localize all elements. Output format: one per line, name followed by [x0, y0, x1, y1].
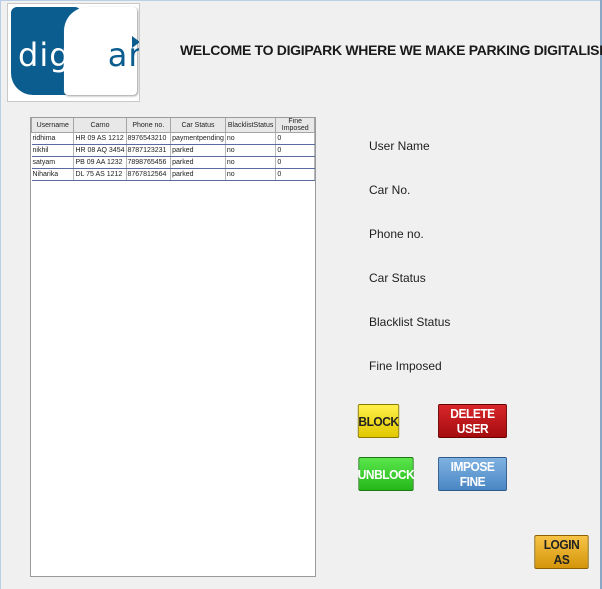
window-border-left: [0, 0, 1, 589]
cell-carno: DL 75 AS 1212: [73, 168, 127, 181]
car-status-label: Car Status: [369, 271, 426, 285]
table-row[interactable]: satyam PB 09 AA 1232 7898765456 parked n…: [31, 156, 315, 169]
cell-fine-imposed: 0: [275, 132, 315, 145]
cell-blacklist-status: no: [225, 132, 277, 145]
blacklist-status-label: Blacklist Status: [369, 315, 451, 329]
table-row[interactable]: ridhima HR 09 AS 1212 8976543210 payment…: [31, 132, 315, 145]
cell-car-status: parked: [170, 168, 226, 181]
column-header-phone[interactable]: Phone no.: [125, 118, 172, 133]
cell-phone: 8787123231: [126, 144, 172, 157]
cell-fine-imposed: 0: [275, 144, 315, 157]
cell-username: ridhima: [31, 132, 75, 145]
column-header-username[interactable]: Username: [31, 118, 75, 133]
phone-no-label: Phone no.: [369, 227, 424, 241]
cell-fine-imposed: 0: [275, 156, 315, 169]
window-border-top: [0, 0, 602, 1]
unblock-button[interactable]: UNBLOCK: [358, 457, 415, 491]
cell-phone: 8976543210: [126, 132, 172, 145]
cell-carno: HR 09 AS 1212: [73, 132, 127, 145]
cell-fine-imposed: 0: [275, 168, 315, 181]
table-row[interactable]: nikhil HR 08 AQ 3454 8787123231 parked n…: [31, 144, 315, 157]
column-header-blacklist-status[interactable]: BlacklistStatus: [224, 118, 277, 133]
cell-username: Niharika: [31, 168, 75, 181]
cell-blacklist-status: no: [225, 156, 277, 169]
cell-carno: HR 08 AQ 3454: [73, 144, 127, 157]
block-button[interactable]: BLOCK: [357, 404, 400, 438]
logo-text-digi: digi: [18, 36, 81, 74]
cell-blacklist-status: no: [225, 168, 277, 181]
cell-car-status: parked: [170, 156, 226, 169]
cell-phone: 7898765456: [126, 156, 172, 169]
cell-blacklist-status: no: [225, 144, 277, 157]
logo-text-p: P: [80, 34, 108, 75]
cell-username: nikhil: [31, 144, 75, 157]
delete-user-button[interactable]: DELETE USER: [438, 404, 507, 438]
logo-text: digiPark: [18, 34, 139, 75]
cell-carno: PB 09 AA 1232: [73, 156, 127, 169]
column-header-fine-imposed[interactable]: Fine Imposed: [275, 118, 315, 133]
play-arrow-icon: [132, 36, 139, 48]
column-header-car-status[interactable]: Car Status: [170, 118, 226, 133]
cell-username: satyam: [31, 156, 75, 169]
login-as-button[interactable]: LOGIN AS: [534, 535, 589, 569]
table-header-row: Username Carno Phone no. Car Status Blac…: [31, 118, 315, 133]
cell-phone: 8767812564: [126, 168, 172, 181]
user-name-label: User Name: [369, 139, 430, 153]
column-header-carno[interactable]: Carno: [73, 118, 127, 133]
fine-imposed-label: Fine Imposed: [369, 359, 442, 373]
car-no-label: Car No.: [369, 183, 411, 197]
table-row[interactable]: Niharika DL 75 AS 1212 8767812564 parked…: [31, 168, 315, 181]
users-table-panel[interactable]: Username Carno Phone no. Car Status Blac…: [30, 117, 316, 577]
cell-car-status: paymentpending: [170, 132, 226, 145]
users-table[interactable]: Username Carno Phone no. Car Status Blac…: [31, 118, 315, 181]
digipark-logo: digiPark: [7, 3, 140, 102]
cell-car-status: parked: [170, 144, 226, 157]
page-title: WELCOME TO DIGIPARK WHERE WE MAKE PARKIN…: [180, 42, 602, 58]
impose-fine-button[interactable]: IMPOSE FINE: [438, 457, 507, 491]
